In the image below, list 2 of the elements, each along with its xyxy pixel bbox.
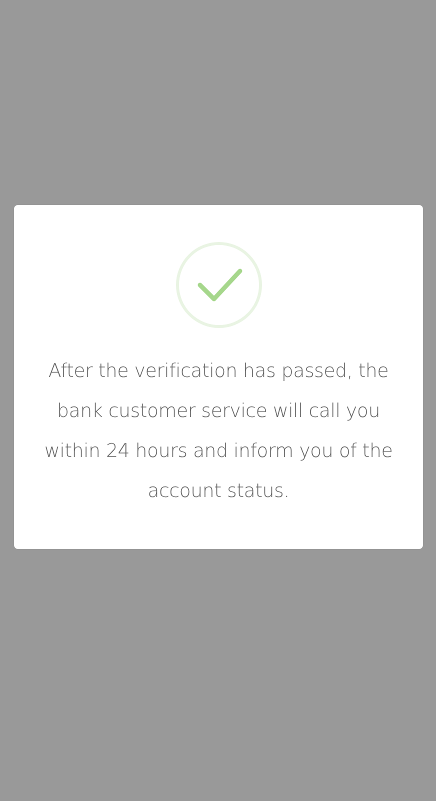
status-message: After the verification has passed, the bank customer service will call you within 24 hours and inform you of the account status. [43,359,394,504]
check-circle-icon [174,241,262,329]
